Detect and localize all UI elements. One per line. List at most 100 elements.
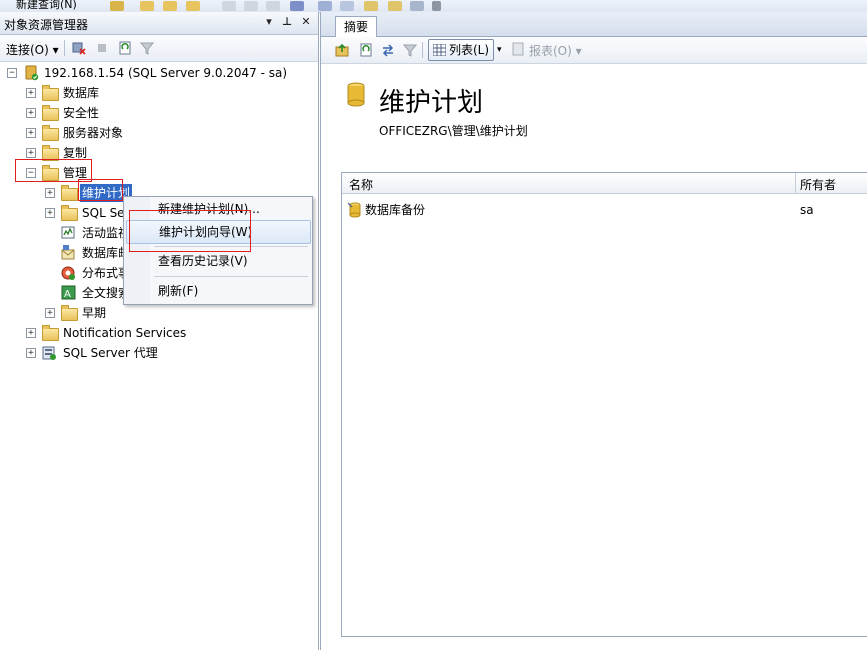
list-dropdown-icon[interactable]: ▾ [497, 43, 511, 57]
summary-list-view: 名称 所有者 数据库备份 sa [341, 172, 867, 637]
tree-node-label: 早期 [82, 306, 107, 320]
maintenance-plan-icon [347, 202, 363, 218]
menu-item-refresh[interactable]: 刷新(F) [126, 280, 309, 302]
toolbar-paste-icon[interactable] [266, 1, 280, 11]
expand-icon[interactable]: + [26, 348, 36, 358]
folder-icon [42, 325, 59, 341]
database-mail-icon [61, 245, 76, 260]
refresh-icon[interactable] [118, 41, 132, 55]
expand-icon[interactable]: + [26, 108, 36, 118]
summary-toolbar: 列表(L) ▾ 报表(O) ▾ [321, 37, 867, 64]
auto-hide-pin-icon[interactable]: ⊥ [280, 15, 294, 29]
expand-icon[interactable]: + [26, 328, 36, 338]
toolbar-cut-icon[interactable] [222, 1, 236, 11]
database-cylinder-icon [346, 82, 366, 108]
folder-icon [61, 185, 78, 201]
menu-separator [154, 276, 308, 277]
toolbar-saveall-icon[interactable] [186, 1, 200, 11]
server-label: 192.168.1.54 (SQL Server 9.0.2047 - sa) [44, 66, 288, 80]
expand-icon[interactable]: + [26, 88, 36, 98]
tree-node-legacy[interactable]: + 早期 [0, 304, 318, 322]
report-button[interactable]: 报表(O) ▾ [529, 42, 582, 59]
connect-button[interactable]: 连接(O) ▾ [6, 41, 59, 58]
up-folder-icon[interactable] [335, 43, 349, 57]
disconnect-icon[interactable] [72, 41, 86, 55]
report-icon[interactable] [511, 42, 525, 56]
toolbar-save-icon[interactable] [163, 1, 177, 11]
toolbar-separator [64, 40, 65, 56]
toolbar-registered-servers-icon[interactable] [318, 1, 332, 11]
dtc-icon [61, 265, 76, 280]
collapse-icon[interactable]: − [7, 68, 17, 78]
tree-node-label: SQL Server 代理 [63, 346, 158, 360]
close-icon[interactable]: ✕ [299, 15, 313, 29]
folder-icon [61, 205, 78, 221]
toolbar-template-icon[interactable] [364, 1, 378, 11]
row-owner: sa [800, 203, 814, 217]
object-explorer-toolbar: 连接(O) ▾ [0, 35, 318, 62]
tree-node-label: 安全性 [63, 106, 100, 120]
server-icon [24, 65, 39, 81]
toolbar-overflow-icon[interactable] [432, 1, 441, 11]
folder-icon [61, 305, 78, 321]
object-explorer-title: 对象资源管理器 [4, 18, 89, 32]
folder-icon [42, 125, 59, 141]
toolbar-object-explorer-icon[interactable] [340, 1, 354, 11]
column-header-owner[interactable]: 所有者 [800, 176, 836, 193]
list-header: 名称 所有者 [342, 173, 867, 194]
menu-item-view-history[interactable]: 查看历史记录(V) [126, 250, 309, 272]
activity-monitor-icon [61, 225, 76, 240]
tree-node-label: 数据库 [63, 86, 100, 100]
tree-node-label: SQL Se [82, 206, 125, 220]
toolbar-copy-icon[interactable] [244, 1, 258, 11]
tree-node-server[interactable]: − 192.168.1.54 (SQL Server 9.0.2047 - sa… [0, 64, 318, 82]
tree-node-server-objects[interactable]: + 服务器对象 [0, 124, 318, 142]
folder-icon [42, 85, 59, 101]
tree-node-databases[interactable]: + 数据库 [0, 84, 318, 102]
expand-icon[interactable]: + [26, 148, 36, 158]
toolbar-undo-icon[interactable] [290, 1, 304, 11]
tree-node-label: Notification Services [63, 326, 187, 340]
highlight-box-maintenance-plans [78, 179, 123, 201]
tree-node-sql-server-agent[interactable]: + SQL Server 代理 [0, 344, 318, 362]
breadcrumb: OFFICEZRG\管理\维护计划 [379, 124, 528, 138]
highlight-box-wizard [129, 210, 251, 252]
expand-icon[interactable]: + [26, 128, 36, 138]
tree-node-notification-services[interactable]: + Notification Services [0, 324, 318, 342]
toolbar-toolbox-icon[interactable] [410, 1, 424, 11]
toolbar-open-icon[interactable] [140, 1, 154, 11]
toolbar-file-icon[interactable] [110, 1, 124, 11]
svg-text:A: A [64, 289, 71, 300]
folder-icon [42, 105, 59, 121]
row-name: 数据库备份 [365, 203, 426, 217]
fulltext-search-icon: A [61, 285, 76, 300]
toolbar-properties-icon[interactable] [388, 1, 402, 11]
tab-summary[interactable]: 摘要 [335, 16, 378, 37]
new-query-button[interactable]: 新建查询(N) [16, 0, 77, 12]
expand-icon[interactable]: + [45, 208, 55, 218]
summary-panel: 摘要 列表(L) ▾ 报表(O) ▾ 维护计划 OFFICEZRG\管理\维护计… [320, 12, 867, 650]
object-explorer-title-bar: 对象资源管理器 ▾ ⊥ ✕ [0, 12, 318, 35]
object-explorer-panel: 对象资源管理器 ▾ ⊥ ✕ 连接(O) ▾ − 192.168.1.54 (SQ… [0, 12, 319, 650]
expand-icon[interactable]: + [45, 308, 55, 318]
menu-item-label: 查看历史记录(V) [158, 254, 248, 268]
column-divider[interactable] [795, 173, 796, 193]
stop-icon[interactable] [95, 41, 109, 55]
page-title: 维护计划 [379, 88, 484, 118]
toolbar-separator [422, 42, 423, 58]
window-position-icon[interactable]: ▾ [262, 15, 276, 29]
filter-icon[interactable] [139, 41, 155, 55]
filter-icon[interactable] [402, 43, 418, 57]
expand-icon[interactable]: + [45, 188, 55, 198]
menu-item-label: 刷新(F) [158, 284, 199, 298]
column-header-name[interactable]: 名称 [349, 176, 373, 193]
document-tab-strip: 摘要 [321, 12, 867, 37]
refresh-icon[interactable] [359, 43, 373, 57]
list-view-button[interactable]: 列表(L) [428, 39, 495, 61]
sql-agent-icon [42, 345, 57, 360]
tree-node-label: 服务器对象 [63, 126, 124, 140]
tree-node-security[interactable]: + 安全性 [0, 104, 318, 122]
list-view-icon [433, 44, 446, 56]
sync-icon[interactable] [381, 43, 395, 57]
table-row[interactable]: 数据库备份 sa [342, 201, 867, 219]
